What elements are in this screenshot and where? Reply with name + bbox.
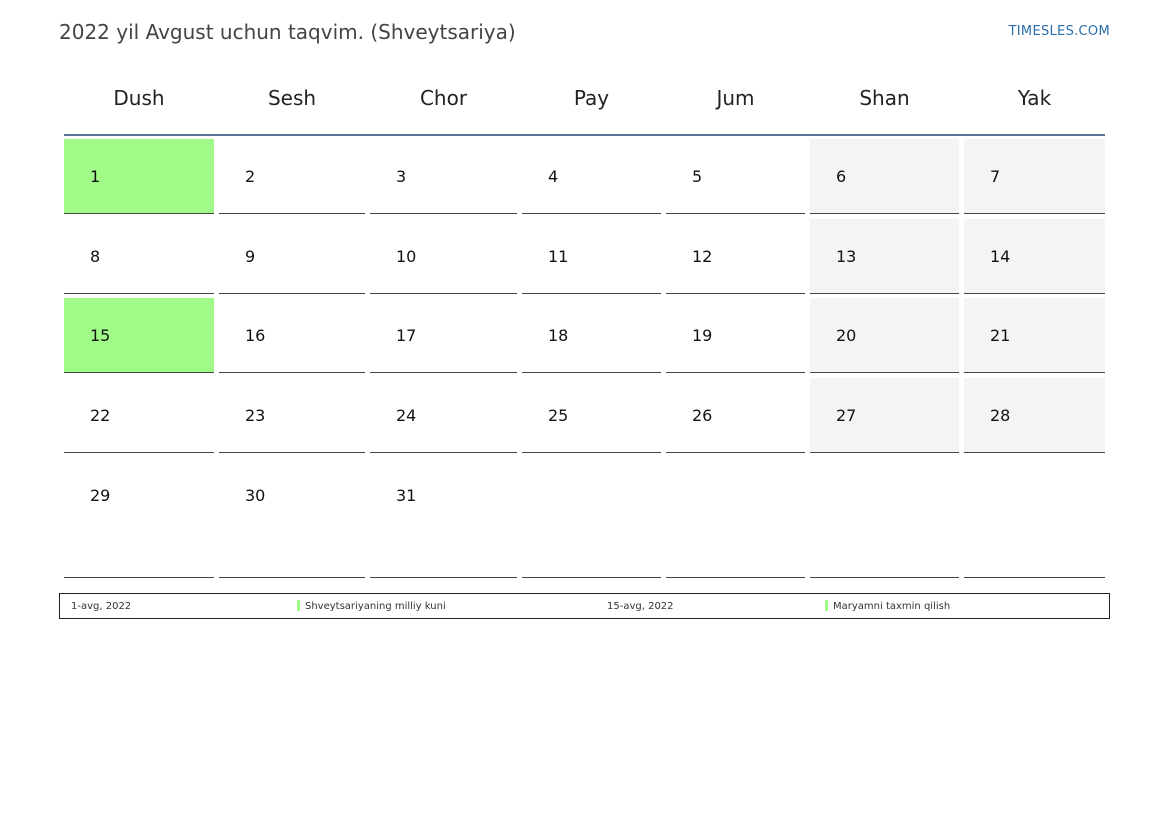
day-cell[interactable]: 30 bbox=[219, 458, 365, 578]
day-number: 31 bbox=[396, 486, 417, 505]
page-title: 2022 yil Avgust uchun taqvim. (Shveytsar… bbox=[59, 20, 516, 44]
day-number: 26 bbox=[692, 406, 713, 425]
legend-holiday-marker bbox=[825, 600, 828, 611]
day-cell[interactable]: 9 bbox=[219, 219, 365, 294]
day-cell[interactable]: 28 bbox=[964, 378, 1105, 453]
day-number: 20 bbox=[836, 326, 857, 345]
day-number: 13 bbox=[836, 247, 857, 266]
legend-holiday-marker bbox=[297, 600, 300, 611]
day-number: 4 bbox=[548, 167, 559, 186]
day-number: 28 bbox=[990, 406, 1011, 425]
day-cell[interactable]: 29 bbox=[64, 458, 214, 578]
day-number: 18 bbox=[548, 326, 569, 345]
holiday-legend: 1-avg, 2022 Shveytsariyaning milliy kuni… bbox=[59, 593, 1110, 619]
day-cell[interactable]: 31 bbox=[370, 458, 517, 578]
day-number: 5 bbox=[692, 167, 703, 186]
empty-day-cell bbox=[810, 458, 959, 578]
day-cell[interactable]: 5 bbox=[666, 139, 805, 214]
brand-link[interactable]: TIMESLES.COM bbox=[1009, 24, 1110, 39]
empty-day-cell bbox=[666, 458, 805, 578]
weekday-header: Shan bbox=[859, 86, 910, 110]
weekday-header: Chor bbox=[419, 86, 468, 110]
day-number: 17 bbox=[396, 326, 417, 345]
day-cell[interactable]: 8 bbox=[64, 219, 214, 294]
day-number: 23 bbox=[245, 406, 266, 425]
legend-holiday-name: Maryamni taxmin qilish bbox=[833, 601, 951, 612]
day-number: 22 bbox=[90, 406, 111, 425]
day-cell[interactable]: 4 bbox=[522, 139, 661, 214]
weekday-header: Jum bbox=[716, 86, 755, 110]
day-cell[interactable]: 27 bbox=[810, 378, 959, 453]
day-number: 21 bbox=[990, 326, 1011, 345]
day-number: 24 bbox=[396, 406, 417, 425]
legend-holiday-date: 15-avg, 2022 bbox=[607, 601, 674, 612]
day-number: 12 bbox=[692, 247, 713, 266]
legend-holiday-date: 1-avg, 2022 bbox=[71, 601, 132, 612]
day-number: 2 bbox=[245, 167, 256, 186]
day-cell[interactable]: 22 bbox=[64, 378, 214, 453]
weekday-header: Sesh bbox=[267, 86, 317, 110]
day-cell[interactable]: 13 bbox=[810, 219, 959, 294]
day-cell[interactable]: 1 bbox=[64, 139, 214, 214]
day-cell[interactable]: 26 bbox=[666, 378, 805, 453]
day-cell[interactable]: 3 bbox=[370, 139, 517, 214]
day-cell[interactable]: 17 bbox=[370, 298, 517, 373]
weekday-header: Dush bbox=[113, 86, 165, 110]
empty-day-cell bbox=[964, 458, 1105, 578]
day-cell[interactable]: 18 bbox=[522, 298, 661, 373]
day-number: 19 bbox=[692, 326, 713, 345]
day-number: 25 bbox=[548, 406, 569, 425]
day-number: 16 bbox=[245, 326, 266, 345]
day-cell[interactable]: 24 bbox=[370, 378, 517, 453]
legend-holiday-name: Shveytsariyaning milliy kuni bbox=[305, 601, 446, 612]
day-cell[interactable]: 11 bbox=[522, 219, 661, 294]
day-cell[interactable]: 7 bbox=[964, 139, 1105, 214]
day-number: 1 bbox=[90, 167, 101, 186]
day-cell[interactable]: 10 bbox=[370, 219, 517, 294]
weekday-header: Pay bbox=[573, 86, 610, 110]
day-number: 8 bbox=[90, 247, 101, 266]
day-cell[interactable]: 2 bbox=[219, 139, 365, 214]
day-number: 15 bbox=[90, 326, 111, 345]
day-cell[interactable]: 21 bbox=[964, 298, 1105, 373]
weekday-header-row: Dush Sesh Chor Pay Jum Shan Yak bbox=[64, 64, 1105, 136]
day-cell[interactable]: 6 bbox=[810, 139, 959, 214]
day-number: 6 bbox=[836, 167, 847, 186]
day-number: 29 bbox=[90, 486, 111, 505]
day-cell[interactable]: 23 bbox=[219, 378, 365, 453]
empty-day-cell bbox=[522, 458, 661, 578]
day-cell[interactable]: 20 bbox=[810, 298, 959, 373]
day-number: 7 bbox=[990, 167, 1001, 186]
day-number: 10 bbox=[396, 247, 417, 266]
day-cell[interactable]: 12 bbox=[666, 219, 805, 294]
day-cell[interactable]: 15 bbox=[64, 298, 214, 373]
day-cell[interactable]: 19 bbox=[666, 298, 805, 373]
day-cell[interactable]: 16 bbox=[219, 298, 365, 373]
day-number: 30 bbox=[245, 486, 266, 505]
day-number: 27 bbox=[836, 406, 857, 425]
day-number: 11 bbox=[548, 247, 569, 266]
day-number: 14 bbox=[990, 247, 1011, 266]
day-cell[interactable]: 25 bbox=[522, 378, 661, 453]
day-number: 3 bbox=[396, 167, 407, 186]
day-number: 9 bbox=[245, 247, 256, 266]
weekday-header: Yak bbox=[1017, 86, 1052, 110]
day-cell[interactable]: 14 bbox=[964, 219, 1105, 294]
